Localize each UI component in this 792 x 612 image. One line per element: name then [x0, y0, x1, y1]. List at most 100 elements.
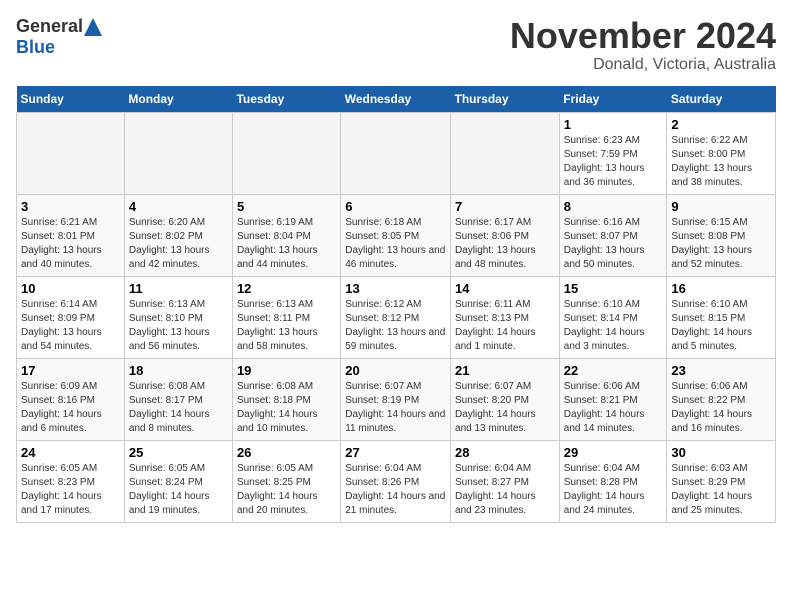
calendar-cell: 20Sunrise: 6:07 AMSunset: 8:19 PMDayligh…: [341, 358, 451, 440]
day-number: 8: [564, 199, 663, 214]
day-info: Sunrise: 6:18 AMSunset: 8:05 PMDaylight:…: [345, 216, 446, 272]
day-info: Sunrise: 6:10 AMSunset: 8:15 PMDaylight:…: [671, 298, 771, 354]
day-info: Sunrise: 6:04 AMSunset: 8:27 PMDaylight:…: [455, 462, 555, 518]
day-number: 30: [671, 445, 771, 460]
calendar-cell: 3Sunrise: 6:21 AMSunset: 8:01 PMDaylight…: [17, 194, 125, 276]
calendar-cell: 1 Sunrise: 6:23 AMSunset: 7:59 PMDaylight…: [559, 112, 667, 194]
month-title: November 2024: [510, 16, 776, 56]
logo: General Blue: [16, 16, 103, 58]
logo-triangle-icon: [84, 18, 102, 36]
day-info: Sunrise: 6:07 AMSunset: 8:19 PMDaylight:…: [345, 380, 446, 436]
weekday-header-monday: Monday: [124, 86, 232, 113]
calendar-cell: 27 Sunrise: 6:04 AMSunset: 8:26 PMDayligh…: [341, 440, 451, 522]
day-number: 18: [129, 363, 228, 378]
day-number: 27: [345, 445, 446, 460]
day-info: Sunrise: 6:04 AMSunset: 8:26 PMDaylight:…: [345, 462, 446, 518]
day-info: Sunrise: 6:13 AMSunset: 8:10 PMDaylight:…: [129, 298, 228, 354]
week-row-2: 3Sunrise: 6:21 AMSunset: 8:01 PMDaylight…: [17, 194, 776, 276]
day-info: Sunrise: 6:21 AMSunset: 8:01 PMDaylight:…: [21, 216, 120, 272]
day-number: 22: [564, 363, 663, 378]
day-info: Sunrise: 6:04 AMSunset: 8:28 PMDaylight:…: [564, 462, 663, 518]
day-number: 26: [237, 445, 336, 460]
weekday-header-wednesday: Wednesday: [341, 86, 451, 113]
calendar-cell: 23 Sunrise: 6:06 AMSunset: 8:22 PMDayligh…: [667, 358, 776, 440]
day-number: 15: [564, 281, 663, 296]
day-number: 6: [345, 199, 446, 214]
logo-general-text: General: [16, 16, 83, 37]
weekday-header-saturday: Saturday: [667, 86, 776, 113]
day-number: 14: [455, 281, 555, 296]
calendar-cell: [124, 112, 232, 194]
day-info: Sunrise: 6:22 AMSunset: 8:00 PMDaylight:…: [671, 134, 771, 190]
week-row-1: 1 Sunrise: 6:23 AMSunset: 7:59 PMDaylight…: [17, 112, 776, 194]
calendar-cell: 7Sunrise: 6:17 AMSunset: 8:06 PMDaylight…: [451, 194, 560, 276]
day-number: 29: [564, 445, 663, 460]
weekday-header-friday: Friday: [559, 86, 667, 113]
calendar-cell: 14 Sunrise: 6:11 AMSunset: 8:13 PMDayligh…: [451, 276, 560, 358]
calendar-cell: 25 Sunrise: 6:05 AMSunset: 8:24 PMDayligh…: [124, 440, 232, 522]
location: Donald, Victoria, Australia: [510, 56, 776, 74]
title-area: November 2024 Donald, Victoria, Australi…: [510, 16, 776, 74]
day-info: Sunrise: 6:19 AMSunset: 8:04 PMDaylight:…: [237, 216, 336, 272]
day-number: 19: [237, 363, 336, 378]
day-info: Sunrise: 6:09 AMSunset: 8:16 PMDaylight:…: [21, 380, 120, 436]
calendar-cell: 17 Sunrise: 6:09 AMSunset: 8:16 PMDayligh…: [17, 358, 125, 440]
day-number: 11: [129, 281, 228, 296]
calendar-cell: 13 Sunrise: 6:12 AMSunset: 8:12 PMDayligh…: [341, 276, 451, 358]
day-info: Sunrise: 6:16 AMSunset: 8:07 PMDaylight:…: [564, 216, 663, 272]
calendar-cell: 26 Sunrise: 6:05 AMSunset: 8:25 PMDayligh…: [232, 440, 340, 522]
day-number: 23: [671, 363, 771, 378]
weekday-header-thursday: Thursday: [451, 86, 560, 113]
day-info: Sunrise: 6:15 AMSunset: 8:08 PMDaylight:…: [671, 216, 771, 272]
day-info: Sunrise: 6:10 AMSunset: 8:14 PMDaylight:…: [564, 298, 663, 354]
day-info: Sunrise: 6:05 AMSunset: 8:25 PMDaylight:…: [237, 462, 336, 518]
calendar-cell: 6 Sunrise: 6:18 AMSunset: 8:05 PMDaylight…: [341, 194, 451, 276]
day-info: Sunrise: 6:08 AMSunset: 8:17 PMDaylight:…: [129, 380, 228, 436]
day-number: 21: [455, 363, 555, 378]
day-info: Sunrise: 6:06 AMSunset: 8:21 PMDaylight:…: [564, 380, 663, 436]
calendar-cell: [451, 112, 560, 194]
calendar-cell: 9 Sunrise: 6:15 AMSunset: 8:08 PMDaylight…: [667, 194, 776, 276]
calendar-cell: 30 Sunrise: 6:03 AMSunset: 8:29 PMDayligh…: [667, 440, 776, 522]
weekday-header-row: SundayMondayTuesdayWednesdayThursdayFrid…: [17, 86, 776, 113]
weekday-header-tuesday: Tuesday: [232, 86, 340, 113]
calendar-cell: 24Sunrise: 6:05 AMSunset: 8:23 PMDayligh…: [17, 440, 125, 522]
day-info: Sunrise: 6:05 AMSunset: 8:24 PMDaylight:…: [129, 462, 228, 518]
day-info: Sunrise: 6:05 AMSunset: 8:23 PMDaylight:…: [21, 462, 120, 518]
day-number: 13: [345, 281, 446, 296]
calendar-cell: 16Sunrise: 6:10 AMSunset: 8:15 PMDayligh…: [667, 276, 776, 358]
day-info: Sunrise: 6:14 AMSunset: 8:09 PMDaylight:…: [21, 298, 120, 354]
day-info: Sunrise: 6:20 AMSunset: 8:02 PMDaylight:…: [129, 216, 228, 272]
day-info: Sunrise: 6:13 AMSunset: 8:11 PMDaylight:…: [237, 298, 336, 354]
day-number: 25: [129, 445, 228, 460]
calendar-cell: 4Sunrise: 6:20 AMSunset: 8:02 PMDaylight…: [124, 194, 232, 276]
week-row-3: 10 Sunrise: 6:14 AMSunset: 8:09 PMDayligh…: [17, 276, 776, 358]
day-info: Sunrise: 6:11 AMSunset: 8:13 PMDaylight:…: [455, 298, 555, 354]
header: General Blue November 2024 Donald, Victo…: [16, 16, 776, 74]
day-info: Sunrise: 6:07 AMSunset: 8:20 PMDaylight:…: [455, 380, 555, 436]
day-info: Sunrise: 6:12 AMSunset: 8:12 PMDaylight:…: [345, 298, 446, 354]
calendar-cell: [232, 112, 340, 194]
calendar-cell: [341, 112, 451, 194]
calendar-cell: 22 Sunrise: 6:06 AMSunset: 8:21 PMDayligh…: [559, 358, 667, 440]
day-number: 10: [21, 281, 120, 296]
calendar-cell: 2 Sunrise: 6:22 AMSunset: 8:00 PMDaylight…: [667, 112, 776, 194]
week-row-4: 17 Sunrise: 6:09 AMSunset: 8:16 PMDayligh…: [17, 358, 776, 440]
calendar-cell: 29 Sunrise: 6:04 AMSunset: 8:28 PMDayligh…: [559, 440, 667, 522]
day-number: 2: [671, 117, 771, 132]
day-info: Sunrise: 6:03 AMSunset: 8:29 PMDaylight:…: [671, 462, 771, 518]
calendar-cell: 19 Sunrise: 6:08 AMSunset: 8:18 PMDayligh…: [232, 358, 340, 440]
day-info: Sunrise: 6:06 AMSunset: 8:22 PMDaylight:…: [671, 380, 771, 436]
day-number: 1: [564, 117, 663, 132]
calendar-cell: 11 Sunrise: 6:13 AMSunset: 8:10 PMDayligh…: [124, 276, 232, 358]
week-row-5: 24Sunrise: 6:05 AMSunset: 8:23 PMDayligh…: [17, 440, 776, 522]
day-info: Sunrise: 6:23 AMSunset: 7:59 PMDaylight:…: [564, 134, 663, 190]
calendar-cell: 8 Sunrise: 6:16 AMSunset: 8:07 PMDaylight…: [559, 194, 667, 276]
day-number: 17: [21, 363, 120, 378]
calendar-cell: [17, 112, 125, 194]
day-number: 5: [237, 199, 336, 214]
day-info: Sunrise: 6:08 AMSunset: 8:18 PMDaylight:…: [237, 380, 336, 436]
day-number: 9: [671, 199, 771, 214]
logo-blue-text: Blue: [16, 37, 55, 58]
weekday-header-sunday: Sunday: [17, 86, 125, 113]
